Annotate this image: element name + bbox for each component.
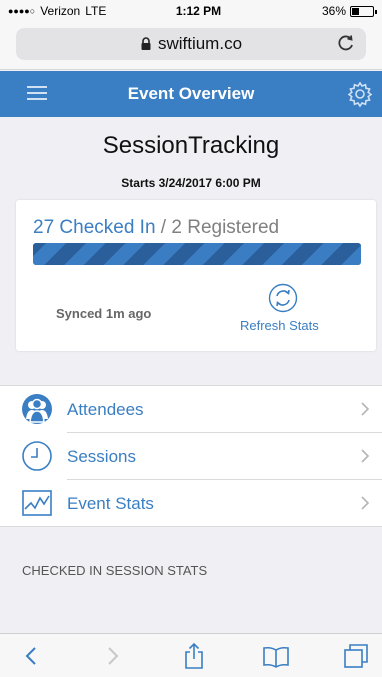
stats-card: 27 Checked In / 2 Registered Synced 1m a… [16, 200, 376, 351]
address-bar[interactable]: swiftium.co [16, 28, 366, 60]
battery-percent: 36% [321, 4, 346, 18]
chart-icon [22, 490, 52, 516]
nav-item-attendees[interactable]: Attendees [0, 386, 382, 433]
event-name: SessionTracking [102, 132, 280, 159]
refresh-icon[interactable] [268, 283, 298, 313]
clock: 1:12 PM [175, 4, 222, 18]
hamburger-menu-icon[interactable] [27, 86, 47, 100]
chevron-right-icon [361, 449, 370, 463]
back-icon[interactable] [18, 642, 46, 670]
chevron-right-icon [361, 402, 370, 416]
refresh-stats-button[interactable]: Refresh Stats [240, 318, 319, 333]
carrier-name: Verizon [40, 4, 81, 18]
checked-in-count: 27 Checked In [33, 217, 156, 238]
nav-item-label: Sessions [67, 446, 136, 466]
browser-address-area: swiftium.co [0, 22, 382, 70]
bookmarks-icon[interactable] [262, 642, 290, 670]
section-header: CHECKED IN SESSION STATS [22, 563, 208, 578]
browser-toolbar [0, 633, 382, 677]
lock-icon [141, 37, 151, 50]
battery-icon [350, 5, 377, 17]
nav-item-sessions[interactable]: Sessions [0, 433, 382, 480]
nav-item-label: Event Stats [67, 493, 154, 513]
network-type: LTE [85, 4, 107, 18]
share-icon[interactable] [180, 642, 208, 670]
gear-icon[interactable] [346, 80, 374, 108]
reload-icon[interactable] [336, 33, 356, 53]
event-nav-list: Attendees Sessions Event Stats [0, 385, 382, 527]
app-header: Event Overview [0, 71, 382, 117]
forward-icon[interactable] [98, 642, 126, 670]
checkin-progress-bar [33, 243, 361, 265]
nav-item-label: Attendees [67, 399, 144, 419]
count-separator: / [155, 217, 172, 238]
status-bar: ●●●●○ Verizon LTE 1:12 PM 36% [0, 0, 382, 22]
clock-icon [22, 441, 52, 471]
attendees-icon [22, 394, 52, 424]
url-text: swiftium.co [157, 34, 243, 53]
event-start-time: Starts 3/24/2017 6:00 PM [121, 176, 261, 190]
signal-strength-icon: ●●●●○ [8, 6, 36, 16]
checkin-summary: 27 Checked In / 2 Registered [33, 217, 279, 239]
sync-status: Synced 1m ago [56, 306, 152, 321]
chevron-right-icon [361, 496, 370, 510]
header-title: Event Overview [127, 84, 255, 103]
registered-count: 2 Registered [171, 217, 280, 238]
nav-item-event-stats[interactable]: Event Stats [0, 480, 382, 527]
tabs-icon[interactable] [342, 642, 370, 670]
progress-fill [33, 243, 361, 265]
battery-group: 36% [284, 4, 377, 18]
